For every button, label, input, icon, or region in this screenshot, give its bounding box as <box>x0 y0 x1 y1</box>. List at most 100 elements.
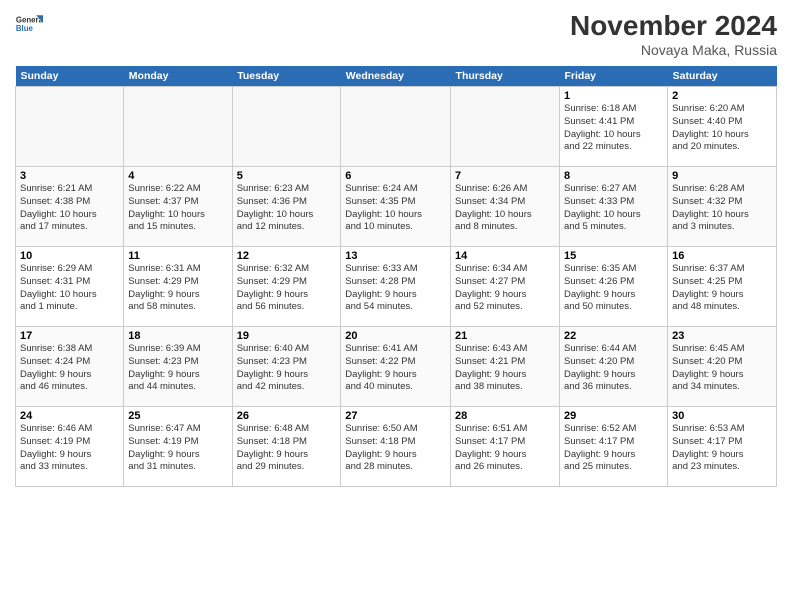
day-info: Sunrise: 6:22 AM Sunset: 4:37 PM Dayligh… <box>128 183 227 234</box>
calendar-day-cell: 6Sunrise: 6:24 AM Sunset: 4:35 PM Daylig… <box>341 167 451 247</box>
day-info: Sunrise: 6:20 AM Sunset: 4:40 PM Dayligh… <box>672 103 772 154</box>
calendar-day-cell: 24Sunrise: 6:46 AM Sunset: 4:19 PM Dayli… <box>16 407 124 487</box>
day-number: 25 <box>128 410 227 422</box>
calendar-day-cell: 11Sunrise: 6:31 AM Sunset: 4:29 PM Dayli… <box>124 247 232 327</box>
day-info: Sunrise: 6:18 AM Sunset: 4:41 PM Dayligh… <box>564 103 663 154</box>
calendar-day-cell: 7Sunrise: 6:26 AM Sunset: 4:34 PM Daylig… <box>451 167 560 247</box>
day-number: 13 <box>345 250 446 262</box>
day-info: Sunrise: 6:48 AM Sunset: 4:18 PM Dayligh… <box>237 423 337 474</box>
day-number: 3 <box>20 170 119 182</box>
header: General Blue November 2024 Novaya Maka, … <box>15 10 777 58</box>
day-number: 26 <box>237 410 337 422</box>
calendar-header-cell: Thursday <box>451 66 560 87</box>
calendar-day-cell: 14Sunrise: 6:34 AM Sunset: 4:27 PM Dayli… <box>451 247 560 327</box>
day-info: Sunrise: 6:23 AM Sunset: 4:36 PM Dayligh… <box>237 183 337 234</box>
day-info: Sunrise: 6:39 AM Sunset: 4:23 PM Dayligh… <box>128 343 227 394</box>
calendar-day-cell: 3Sunrise: 6:21 AM Sunset: 4:38 PM Daylig… <box>16 167 124 247</box>
calendar-day-cell: 21Sunrise: 6:43 AM Sunset: 4:21 PM Dayli… <box>451 327 560 407</box>
logo-icon: General Blue <box>15 10 43 38</box>
calendar-day-cell: 5Sunrise: 6:23 AM Sunset: 4:36 PM Daylig… <box>232 167 341 247</box>
day-info: Sunrise: 6:44 AM Sunset: 4:20 PM Dayligh… <box>564 343 663 394</box>
day-info: Sunrise: 6:51 AM Sunset: 4:17 PM Dayligh… <box>455 423 555 474</box>
calendar-day-cell: 1Sunrise: 6:18 AM Sunset: 4:41 PM Daylig… <box>560 87 668 167</box>
day-info: Sunrise: 6:46 AM Sunset: 4:19 PM Dayligh… <box>20 423 119 474</box>
logo: General Blue <box>15 10 43 38</box>
day-number: 9 <box>672 170 772 182</box>
calendar-day-cell: 19Sunrise: 6:40 AM Sunset: 4:23 PM Dayli… <box>232 327 341 407</box>
calendar-week-row: 17Sunrise: 6:38 AM Sunset: 4:24 PM Dayli… <box>16 327 777 407</box>
calendar-header-row: SundayMondayTuesdayWednesdayThursdayFrid… <box>16 66 777 87</box>
day-info: Sunrise: 6:34 AM Sunset: 4:27 PM Dayligh… <box>455 263 555 314</box>
calendar-header-cell: Sunday <box>16 66 124 87</box>
subtitle: Novaya Maka, Russia <box>570 42 777 58</box>
day-info: Sunrise: 6:40 AM Sunset: 4:23 PM Dayligh… <box>237 343 337 394</box>
day-number: 30 <box>672 410 772 422</box>
calendar-day-cell: 4Sunrise: 6:22 AM Sunset: 4:37 PM Daylig… <box>124 167 232 247</box>
day-info: Sunrise: 6:26 AM Sunset: 4:34 PM Dayligh… <box>455 183 555 234</box>
calendar-week-row: 24Sunrise: 6:46 AM Sunset: 4:19 PM Dayli… <box>16 407 777 487</box>
day-info: Sunrise: 6:47 AM Sunset: 4:19 PM Dayligh… <box>128 423 227 474</box>
calendar-day-cell: 22Sunrise: 6:44 AM Sunset: 4:20 PM Dayli… <box>560 327 668 407</box>
calendar-week-row: 3Sunrise: 6:21 AM Sunset: 4:38 PM Daylig… <box>16 167 777 247</box>
day-info: Sunrise: 6:52 AM Sunset: 4:17 PM Dayligh… <box>564 423 663 474</box>
day-number: 29 <box>564 410 663 422</box>
calendar-day-cell: 20Sunrise: 6:41 AM Sunset: 4:22 PM Dayli… <box>341 327 451 407</box>
calendar-day-cell <box>124 87 232 167</box>
calendar-day-cell: 9Sunrise: 6:28 AM Sunset: 4:32 PM Daylig… <box>668 167 777 247</box>
calendar-day-cell: 15Sunrise: 6:35 AM Sunset: 4:26 PM Dayli… <box>560 247 668 327</box>
day-number: 4 <box>128 170 227 182</box>
svg-text:Blue: Blue <box>16 24 34 33</box>
day-info: Sunrise: 6:50 AM Sunset: 4:18 PM Dayligh… <box>345 423 446 474</box>
calendar-day-cell: 28Sunrise: 6:51 AM Sunset: 4:17 PM Dayli… <box>451 407 560 487</box>
day-info: Sunrise: 6:31 AM Sunset: 4:29 PM Dayligh… <box>128 263 227 314</box>
calendar-day-cell <box>451 87 560 167</box>
page-container: General Blue November 2024 Novaya Maka, … <box>0 0 792 492</box>
day-info: Sunrise: 6:43 AM Sunset: 4:21 PM Dayligh… <box>455 343 555 394</box>
day-info: Sunrise: 6:45 AM Sunset: 4:20 PM Dayligh… <box>672 343 772 394</box>
calendar-header-cell: Friday <box>560 66 668 87</box>
calendar-day-cell: 17Sunrise: 6:38 AM Sunset: 4:24 PM Dayli… <box>16 327 124 407</box>
calendar-day-cell: 30Sunrise: 6:53 AM Sunset: 4:17 PM Dayli… <box>668 407 777 487</box>
calendar-header-cell: Monday <box>124 66 232 87</box>
calendar-header-cell: Tuesday <box>232 66 341 87</box>
day-number: 8 <box>564 170 663 182</box>
day-number: 14 <box>455 250 555 262</box>
calendar-header-cell: Saturday <box>668 66 777 87</box>
calendar-day-cell: 10Sunrise: 6:29 AM Sunset: 4:31 PM Dayli… <box>16 247 124 327</box>
calendar-body: 1Sunrise: 6:18 AM Sunset: 4:41 PM Daylig… <box>16 87 777 487</box>
day-info: Sunrise: 6:29 AM Sunset: 4:31 PM Dayligh… <box>20 263 119 314</box>
day-info: Sunrise: 6:24 AM Sunset: 4:35 PM Dayligh… <box>345 183 446 234</box>
day-info: Sunrise: 6:38 AM Sunset: 4:24 PM Dayligh… <box>20 343 119 394</box>
calendar-week-row: 1Sunrise: 6:18 AM Sunset: 4:41 PM Daylig… <box>16 87 777 167</box>
day-number: 15 <box>564 250 663 262</box>
title-block: November 2024 Novaya Maka, Russia <box>570 10 777 58</box>
calendar-day-cell: 13Sunrise: 6:33 AM Sunset: 4:28 PM Dayli… <box>341 247 451 327</box>
day-number: 18 <box>128 330 227 342</box>
calendar-day-cell: 23Sunrise: 6:45 AM Sunset: 4:20 PM Dayli… <box>668 327 777 407</box>
day-number: 24 <box>20 410 119 422</box>
calendar-day-cell <box>16 87 124 167</box>
calendar-day-cell <box>341 87 451 167</box>
day-number: 28 <box>455 410 555 422</box>
calendar-day-cell: 27Sunrise: 6:50 AM Sunset: 4:18 PM Dayli… <box>341 407 451 487</box>
day-number: 21 <box>455 330 555 342</box>
calendar-day-cell: 18Sunrise: 6:39 AM Sunset: 4:23 PM Dayli… <box>124 327 232 407</box>
calendar-day-cell <box>232 87 341 167</box>
day-number: 5 <box>237 170 337 182</box>
day-number: 17 <box>20 330 119 342</box>
day-number: 19 <box>237 330 337 342</box>
day-number: 1 <box>564 90 663 102</box>
day-number: 10 <box>20 250 119 262</box>
day-number: 7 <box>455 170 555 182</box>
calendar-day-cell: 29Sunrise: 6:52 AM Sunset: 4:17 PM Dayli… <box>560 407 668 487</box>
calendar-day-cell: 12Sunrise: 6:32 AM Sunset: 4:29 PM Dayli… <box>232 247 341 327</box>
day-info: Sunrise: 6:27 AM Sunset: 4:33 PM Dayligh… <box>564 183 663 234</box>
day-number: 16 <box>672 250 772 262</box>
day-info: Sunrise: 6:33 AM Sunset: 4:28 PM Dayligh… <box>345 263 446 314</box>
day-number: 23 <box>672 330 772 342</box>
main-title: November 2024 <box>570 10 777 42</box>
day-info: Sunrise: 6:28 AM Sunset: 4:32 PM Dayligh… <box>672 183 772 234</box>
day-info: Sunrise: 6:21 AM Sunset: 4:38 PM Dayligh… <box>20 183 119 234</box>
day-info: Sunrise: 6:32 AM Sunset: 4:29 PM Dayligh… <box>237 263 337 314</box>
calendar-week-row: 10Sunrise: 6:29 AM Sunset: 4:31 PM Dayli… <box>16 247 777 327</box>
